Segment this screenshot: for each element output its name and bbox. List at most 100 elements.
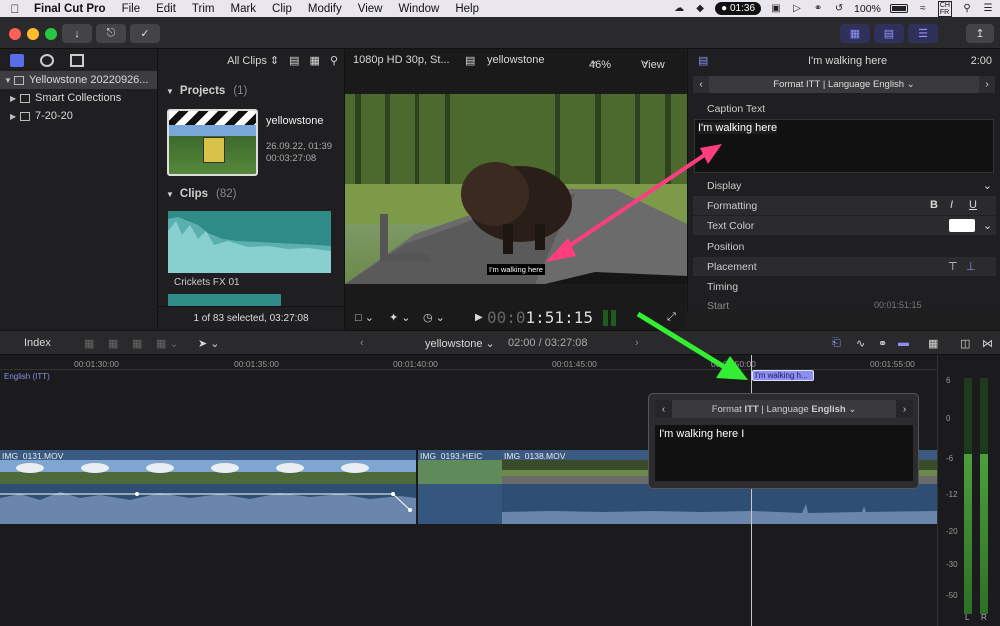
menu-trim[interactable]: Trim	[184, 3, 223, 15]
titles-generators-tab-icon[interactable]	[70, 53, 84, 67]
append-clip-icon[interactable]: ▦	[132, 337, 142, 350]
search-icon[interactable]: ⚲	[330, 54, 338, 67]
apple-menu-icon[interactable]: 	[0, 2, 30, 16]
show-browser-button[interactable]: ▦	[840, 24, 870, 43]
italic-button[interactable]: I	[950, 199, 953, 211]
projects-section-header[interactable]: ▼ Projects (1)	[158, 81, 247, 101]
menu-help[interactable]: Help	[447, 3, 487, 15]
caption-text-field[interactable]: I'm walking here	[694, 119, 994, 173]
minimize-window-button[interactable]	[27, 28, 39, 40]
fullscreen-icon[interactable]: ⤢	[667, 311, 676, 324]
disclosure-open-icon[interactable]: ▼	[166, 87, 174, 96]
effects-browser-icon[interactable]: ◫	[960, 337, 970, 350]
zoom-menu[interactable]: 46% ⌄	[589, 54, 611, 71]
timeline-project-menu[interactable]: yellowstone ⌄	[425, 337, 495, 350]
chevron-down-icon[interactable]: ⌄	[983, 179, 992, 192]
show-inspector-button[interactable]: ☰	[908, 24, 938, 43]
headphones-icon[interactable]: ⚭	[878, 337, 887, 350]
filmstrip-view-icon[interactable]: ▦	[310, 54, 320, 67]
clip-audio-waveform[interactable]	[0, 484, 416, 524]
app-badge-icon[interactable]: ▣	[770, 3, 782, 14]
timeline-ruler[interactable]: 00:01:30:00 00:01:35:00 00:01:40:00 00:0…	[0, 355, 937, 370]
overwrite-clip-icon[interactable]: ▦ ⌄	[156, 337, 179, 350]
snapping-icon[interactable]: ▬	[898, 337, 909, 349]
cloud-icon[interactable]: ☁	[673, 3, 685, 14]
battery-icon[interactable]	[889, 4, 908, 13]
clips-section-header[interactable]: ▼ Clips (82)	[158, 184, 237, 204]
next-caption-button[interactable]: ›	[896, 400, 913, 418]
back-icon[interactable]: ‹	[360, 337, 364, 349]
clip-filter-menu[interactable]: All Clips ⇕	[227, 54, 279, 67]
speed-icon[interactable]: ◷ ⌄	[423, 311, 445, 324]
menu-mark[interactable]: Mark	[222, 3, 264, 15]
photo-clip[interactable]: IMG_0193.HEIC	[418, 450, 502, 524]
video-frame[interactable]: I'm walking here	[345, 94, 687, 284]
menu-file[interactable]: File	[114, 3, 149, 15]
disclosure-closed-icon[interactable]: ▶	[10, 94, 20, 103]
popup-caption-text-field[interactable]: I'm walking here ‍I	[655, 425, 913, 481]
window-toolbar: ↓ ⎋ ✓ ▦ ▤ ☰ ↥	[0, 17, 1000, 49]
libraries-tab-icon[interactable]	[10, 53, 24, 67]
transform-icon[interactable]: □ ⌄	[355, 311, 374, 324]
share-button[interactable]: ↥	[966, 24, 994, 43]
play-circle-icon[interactable]: ▷	[791, 3, 803, 14]
previous-caption-button[interactable]: ‹	[693, 76, 709, 93]
recording-clock[interactable]: ● 01:36	[715, 2, 762, 15]
library-item[interactable]: ▼ Yellowstone 20220926...	[0, 71, 157, 89]
menu-view[interactable]: View	[350, 3, 391, 15]
zoom-window-button[interactable]	[45, 28, 57, 40]
text-color-swatch[interactable]	[949, 219, 975, 232]
video-clip[interactable]: IMG_0131.MOV	[0, 450, 416, 524]
index-button[interactable]: Index	[24, 337, 51, 349]
disclosure-open-icon[interactable]: ▼	[166, 190, 174, 199]
list-view-icon[interactable]: ▤	[289, 54, 299, 67]
transitions-browser-icon[interactable]: ⋈	[982, 337, 993, 350]
bold-button[interactable]: B	[930, 199, 938, 211]
forward-icon[interactable]: ›	[635, 337, 639, 349]
enhance-wand-icon[interactable]: ✦ ⌄	[389, 311, 411, 324]
search-icon[interactable]: ⚲	[961, 3, 973, 14]
wifi-icon[interactable]: ≈	[917, 3, 929, 14]
clip-thumbnail-partial[interactable]	[168, 294, 281, 306]
menu-edit[interactable]: Edit	[148, 3, 184, 15]
caption-clip[interactable]: I'm walking h...	[752, 370, 814, 381]
popup-format-bar[interactable]: ‹ Format ITT | Language English ⌄ ›	[655, 400, 913, 418]
menu-window[interactable]: Window	[390, 3, 447, 15]
insert-clip-icon[interactable]: ▦	[108, 337, 118, 350]
clip-audio-waveform[interactable]	[502, 484, 937, 524]
close-window-button[interactable]	[9, 28, 21, 40]
play-icon[interactable]: ▶	[475, 312, 483, 323]
background-tasks-button[interactable]: ✓	[130, 24, 160, 43]
audio-skimming-icon[interactable]: ∿	[856, 337, 865, 350]
disclosure-open-icon[interactable]: ▼	[4, 76, 14, 85]
placement-bottom-icon[interactable]: ⊥	[966, 260, 976, 273]
sidebar-item-event[interactable]: ▶ 7-20-20	[0, 107, 157, 125]
menu-modify[interactable]: Modify	[300, 3, 350, 15]
sidebar-item-smart-collections[interactable]: ▶ Smart Collections	[0, 89, 157, 107]
connect-clip-icon[interactable]: ▦	[84, 337, 94, 350]
disclosure-closed-icon[interactable]: ▶	[10, 112, 20, 121]
clip-appearance-icon[interactable]: ▦	[928, 337, 938, 350]
placement-top-icon[interactable]: ⊤	[948, 260, 958, 273]
history-icon[interactable]: ↺	[833, 3, 845, 14]
view-menu[interactable]: View ⌄	[641, 54, 665, 71]
previous-caption-button[interactable]: ‹	[655, 400, 672, 418]
next-caption-button[interactable]: ›	[979, 76, 995, 93]
format-language-bar[interactable]: ‹ Format ITT | Language English ⌄ ›	[693, 76, 995, 93]
show-timeline-button[interactable]: ▤	[874, 24, 904, 43]
menu-app-name[interactable]: Final Cut Pro	[30, 3, 114, 15]
project-thumbnail[interactable]	[167, 109, 258, 176]
photos-audio-tab-icon[interactable]	[40, 53, 54, 67]
control-center-icon[interactable]: ☰	[982, 3, 994, 14]
headphones-icon[interactable]: ⚭	[812, 3, 824, 14]
skimming-icon[interactable]: ⎗	[832, 337, 841, 350]
chevron-down-icon[interactable]: ⌄	[983, 219, 992, 232]
audio-clip-thumbnail[interactable]	[168, 211, 331, 273]
underline-button[interactable]: U	[969, 199, 977, 211]
import-button[interactable]: ↓	[62, 24, 92, 43]
keywords-button[interactable]: ⎋	[96, 24, 126, 43]
select-tool-icon[interactable]: ➤ ⌄	[198, 337, 220, 350]
menu-clip[interactable]: Clip	[264, 3, 300, 15]
input-source-badge[interactable]: CH FR	[937, 0, 952, 17]
dropbox-icon[interactable]: ◆	[694, 3, 706, 14]
